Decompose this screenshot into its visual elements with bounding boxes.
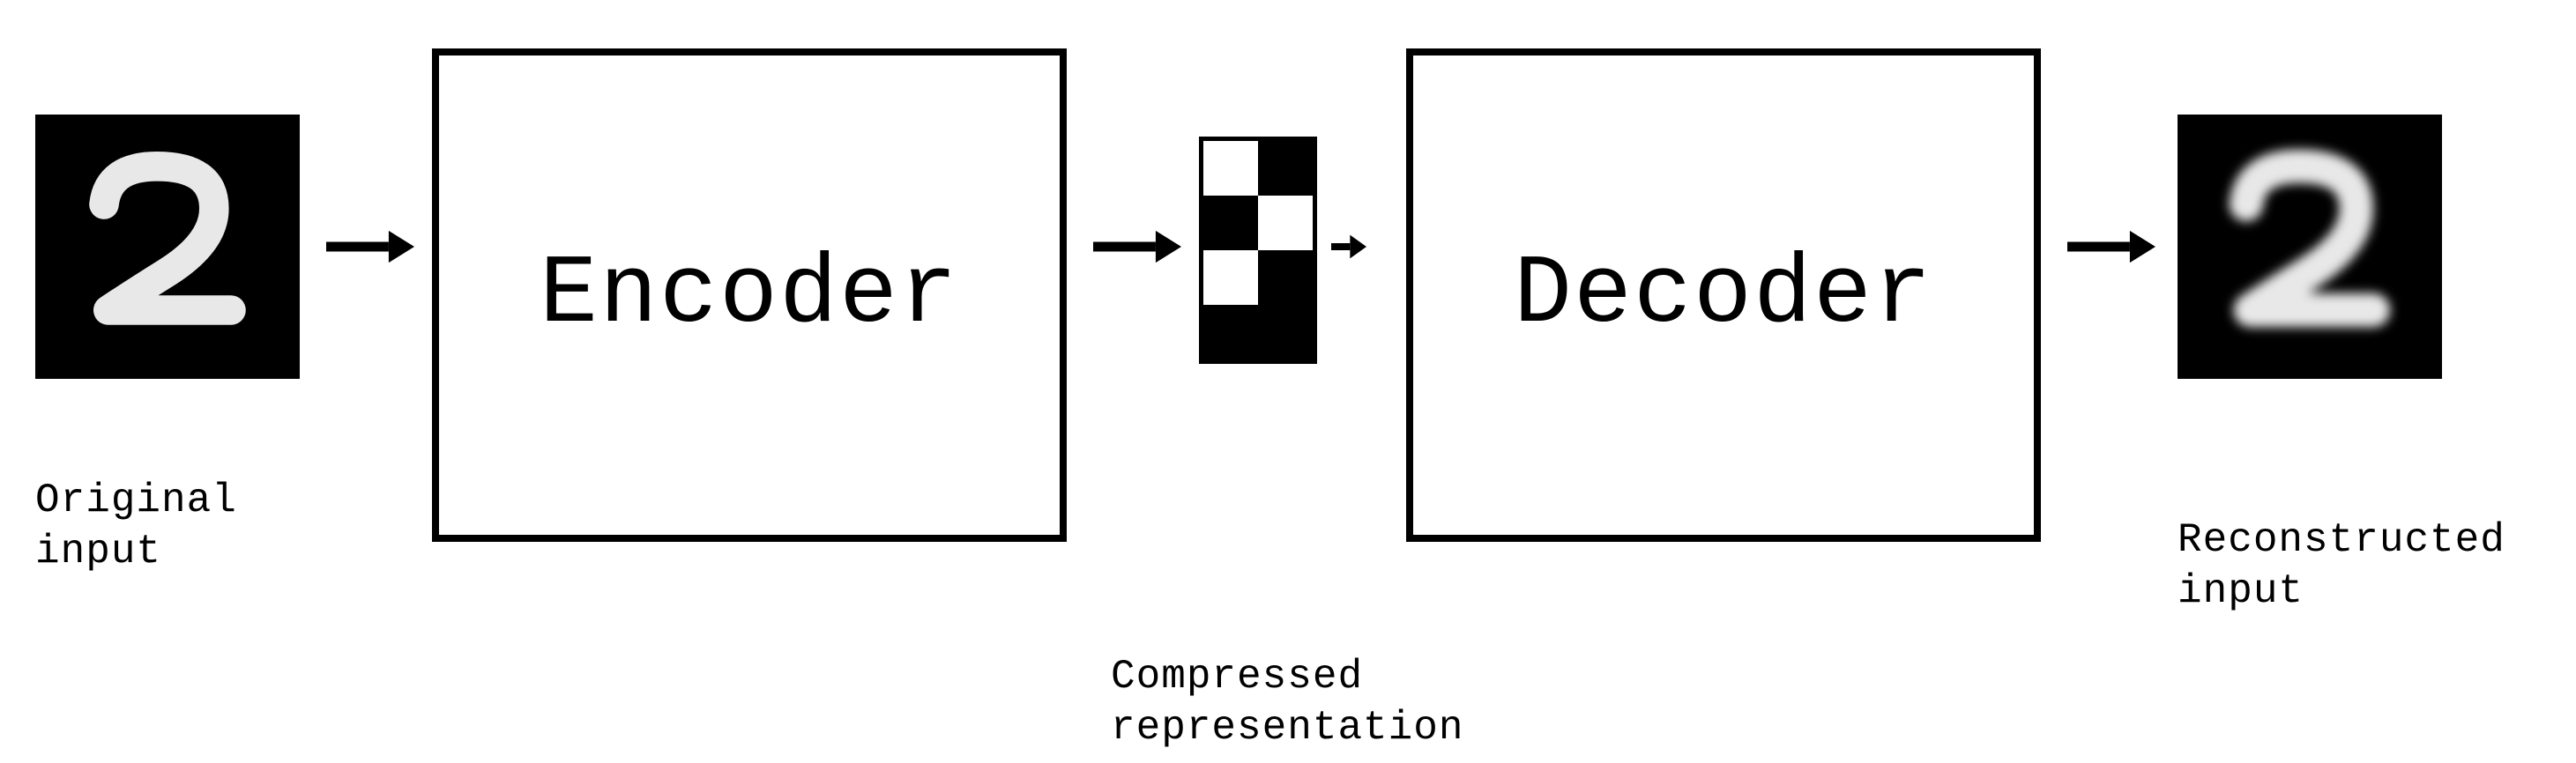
arrow-latent-to-decoder [1322, 220, 1375, 273]
input-digit-tile [35, 115, 300, 379]
latent-cell [1258, 196, 1313, 250]
encoder-block: Encoder [432, 48, 1067, 542]
latent-cell [1203, 196, 1258, 250]
compressed-representation [1199, 137, 1317, 364]
digit-two-glyph [62, 141, 273, 352]
arrow-encoder-to-latent [1084, 220, 1190, 273]
input-caption: Original input [35, 476, 237, 577]
decoder-block: Decoder [1406, 48, 2041, 542]
encoder-label: Encoder [540, 241, 959, 351]
arrow-decoder-to-output [2059, 220, 2164, 273]
original-input-image [35, 115, 300, 379]
latent-cell [1203, 250, 1258, 305]
latent-cell [1258, 250, 1313, 305]
decoder-label: Decoder [1514, 241, 1933, 351]
output-caption: Reconstructed input [2178, 515, 2505, 617]
latent-cell [1258, 141, 1313, 196]
latent-cell [1203, 305, 1258, 359]
latent-cell [1203, 141, 1258, 196]
output-digit-tile [2178, 115, 2442, 379]
latent-caption: Compressed representation [1111, 652, 1463, 753]
arrow-input-to-encoder [317, 220, 423, 273]
digit-two-glyph-blurred [2204, 141, 2416, 352]
reconstructed-output-image [2178, 115, 2442, 379]
latent-grid [1199, 137, 1317, 364]
latent-cell [1258, 305, 1313, 359]
